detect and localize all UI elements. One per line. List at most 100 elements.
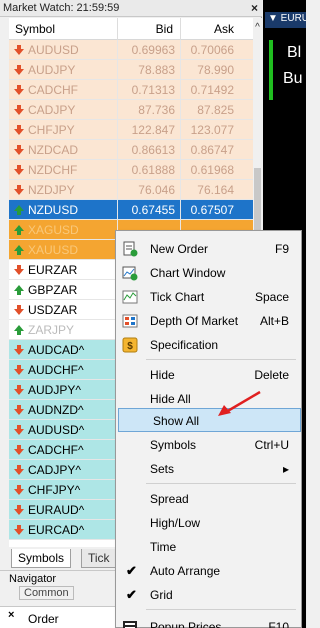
- menu-item-label: Specification: [150, 338, 219, 352]
- arrow-down-icon: [14, 345, 24, 355]
- symbol-row[interactable]: CHFJPY 122.847 123.077: [9, 120, 253, 140]
- tick-chart-icon: [122, 290, 138, 304]
- column-divider[interactable]: [117, 18, 118, 40]
- tab-common[interactable]: Common: [19, 586, 74, 600]
- symbol-row[interactable]: NZDCHF 0.61888 0.61968: [9, 160, 253, 180]
- annotation-arrow-icon: [218, 390, 261, 416]
- symbol-name: CADCHF: [28, 83, 78, 97]
- arrow-down-icon: [14, 45, 24, 55]
- chart-title[interactable]: ▼ EURU: [265, 12, 306, 28]
- symbol-name: CADJPY^: [28, 463, 81, 477]
- menu-item-specification[interactable]: $ Specification: [116, 333, 301, 357]
- menu-item-spread[interactable]: Spread: [116, 487, 301, 511]
- arrow-down-icon: [14, 265, 24, 275]
- menu-item-shortcut: F10: [268, 620, 289, 628]
- symbol-name: EURCAD^: [28, 523, 85, 537]
- menu-item-new-order[interactable]: New Order F9: [116, 237, 301, 261]
- arrow-down-icon: [14, 105, 24, 115]
- menu-item-label: Symbols: [150, 438, 197, 452]
- menu-item-symbols[interactable]: Symbols Ctrl+U: [116, 433, 301, 457]
- menu-item-popup-prices[interactable]: Popup Prices F10: [116, 615, 301, 628]
- popup-prices-icon: [123, 621, 137, 628]
- symbol-row[interactable]: AUDUSD 0.69963 0.70066: [9, 40, 253, 60]
- ask-price: 78.990: [197, 63, 234, 77]
- arrow-up-icon: [14, 205, 24, 215]
- symbol-name: EURZAR: [28, 263, 78, 277]
- symbol-name: USDZAR: [28, 303, 78, 317]
- column-divider: [117, 120, 118, 140]
- arrow-down-icon: [14, 365, 24, 375]
- close-icon[interactable]: ×: [251, 1, 258, 15]
- symbol-name: AUDCHF^: [28, 363, 84, 377]
- column-divider: [117, 200, 118, 220]
- navigator-title: Navigator: [9, 573, 57, 585]
- column-divider: [117, 40, 118, 60]
- ask-price: 0.67507: [190, 203, 234, 217]
- bid-price: 122.847: [131, 123, 175, 137]
- symbol-name: AUDUSD: [28, 43, 79, 57]
- column-header-ask[interactable]: Ask: [184, 22, 234, 36]
- menu-item-grid[interactable]: ✔ Grid: [116, 583, 301, 607]
- tab-tick-chart[interactable]: Tick: [81, 549, 117, 568]
- symbol-name: NZDUSD: [28, 203, 78, 217]
- symbol-row[interactable]: NZDCAD 0.86613 0.86747: [9, 140, 253, 160]
- menu-item-shortcut: Delete: [254, 368, 289, 382]
- symbol-row[interactable]: CADJPY 87.736 87.825: [9, 100, 253, 120]
- ask-price: 87.825: [197, 103, 234, 117]
- symbol-row[interactable]: NZDJPY 76.046 76.164: [9, 180, 253, 200]
- menu-item-hide[interactable]: Hide Delete: [116, 363, 301, 387]
- menu-item-shortcut: F9: [274, 242, 289, 256]
- column-header-bid[interactable]: Bid: [127, 22, 173, 36]
- arrow-down-icon: [14, 305, 24, 315]
- arrow-down-icon: [14, 505, 24, 515]
- close-icon[interactable]: ×: [8, 609, 14, 621]
- arrow-down-icon: [14, 425, 24, 435]
- scroll-up-icon[interactable]: ^: [253, 22, 262, 33]
- arrow-down-icon: [14, 185, 24, 195]
- bid-price: 87.736: [138, 103, 175, 117]
- symbol-name: NZDJPY: [28, 183, 75, 197]
- menu-separator: [146, 359, 296, 360]
- arrow-up-icon: [14, 225, 24, 235]
- bid-price: 0.69963: [131, 43, 175, 57]
- bid-price: 0.61888: [131, 163, 175, 177]
- menu-item-auto-arrange[interactable]: ✔ Auto Arrange: [116, 559, 301, 583]
- arrow-up-icon: [14, 285, 24, 295]
- order-label[interactable]: Order: [28, 612, 59, 626]
- symbol-name: AUDJPY: [28, 63, 76, 77]
- menu-item-shortcut: Ctrl+U: [254, 438, 289, 452]
- column-divider: [117, 140, 118, 160]
- chart-window-icon: [122, 266, 138, 281]
- arrow-up-icon: [14, 325, 24, 335]
- menu-item-depth-of-market[interactable]: Depth Of Market Alt+B: [116, 309, 301, 333]
- menu-item-chart-window[interactable]: Chart Window: [116, 261, 301, 285]
- bid-price: 0.71313: [131, 83, 175, 97]
- symbol-name: ZARJPY: [28, 323, 75, 337]
- symbol-row[interactable]: CADCHF 0.71313 0.71492: [9, 80, 253, 100]
- column-divider[interactable]: [180, 18, 181, 40]
- menu-item-label: Show All: [153, 414, 200, 428]
- menu-item-show-all[interactable]: Show All: [118, 408, 301, 432]
- menu-item-label: Popup Prices: [150, 620, 222, 628]
- context-menu: New Order F9 Chart Window Tick Chart Space De…: [115, 230, 302, 628]
- symbol-row[interactable]: NZDUSD 0.67455 0.67507: [9, 200, 253, 220]
- symbol-name: AUDNZD^: [28, 403, 84, 417]
- menu-item-label: Grid: [150, 588, 173, 602]
- menu-item-time[interactable]: Time: [116, 535, 301, 559]
- column-divider: [117, 160, 118, 180]
- chart-text: Bl: [287, 44, 302, 61]
- menu-item-tick-chart[interactable]: Tick Chart Space: [116, 285, 301, 309]
- menu-item-sets[interactable]: Sets ▸: [116, 457, 301, 481]
- tab-symbols[interactable]: Symbols: [11, 549, 72, 568]
- symbol-name: XAUUSD: [28, 243, 79, 257]
- arrow-down-icon: [14, 165, 24, 175]
- arrow-down-icon: [14, 145, 24, 155]
- menu-item-label: Auto Arrange: [150, 564, 221, 578]
- ask-price: 0.71492: [190, 83, 234, 97]
- symbol-row[interactable]: AUDJPY 78.883 78.990: [9, 60, 253, 80]
- menu-item-high-low[interactable]: High/Low: [116, 511, 301, 535]
- symbol-name: CHFJPY: [28, 123, 75, 137]
- column-divider: [117, 80, 118, 100]
- ask-price: 0.70066: [190, 43, 234, 57]
- column-header-symbol[interactable]: Symbol: [15, 22, 55, 36]
